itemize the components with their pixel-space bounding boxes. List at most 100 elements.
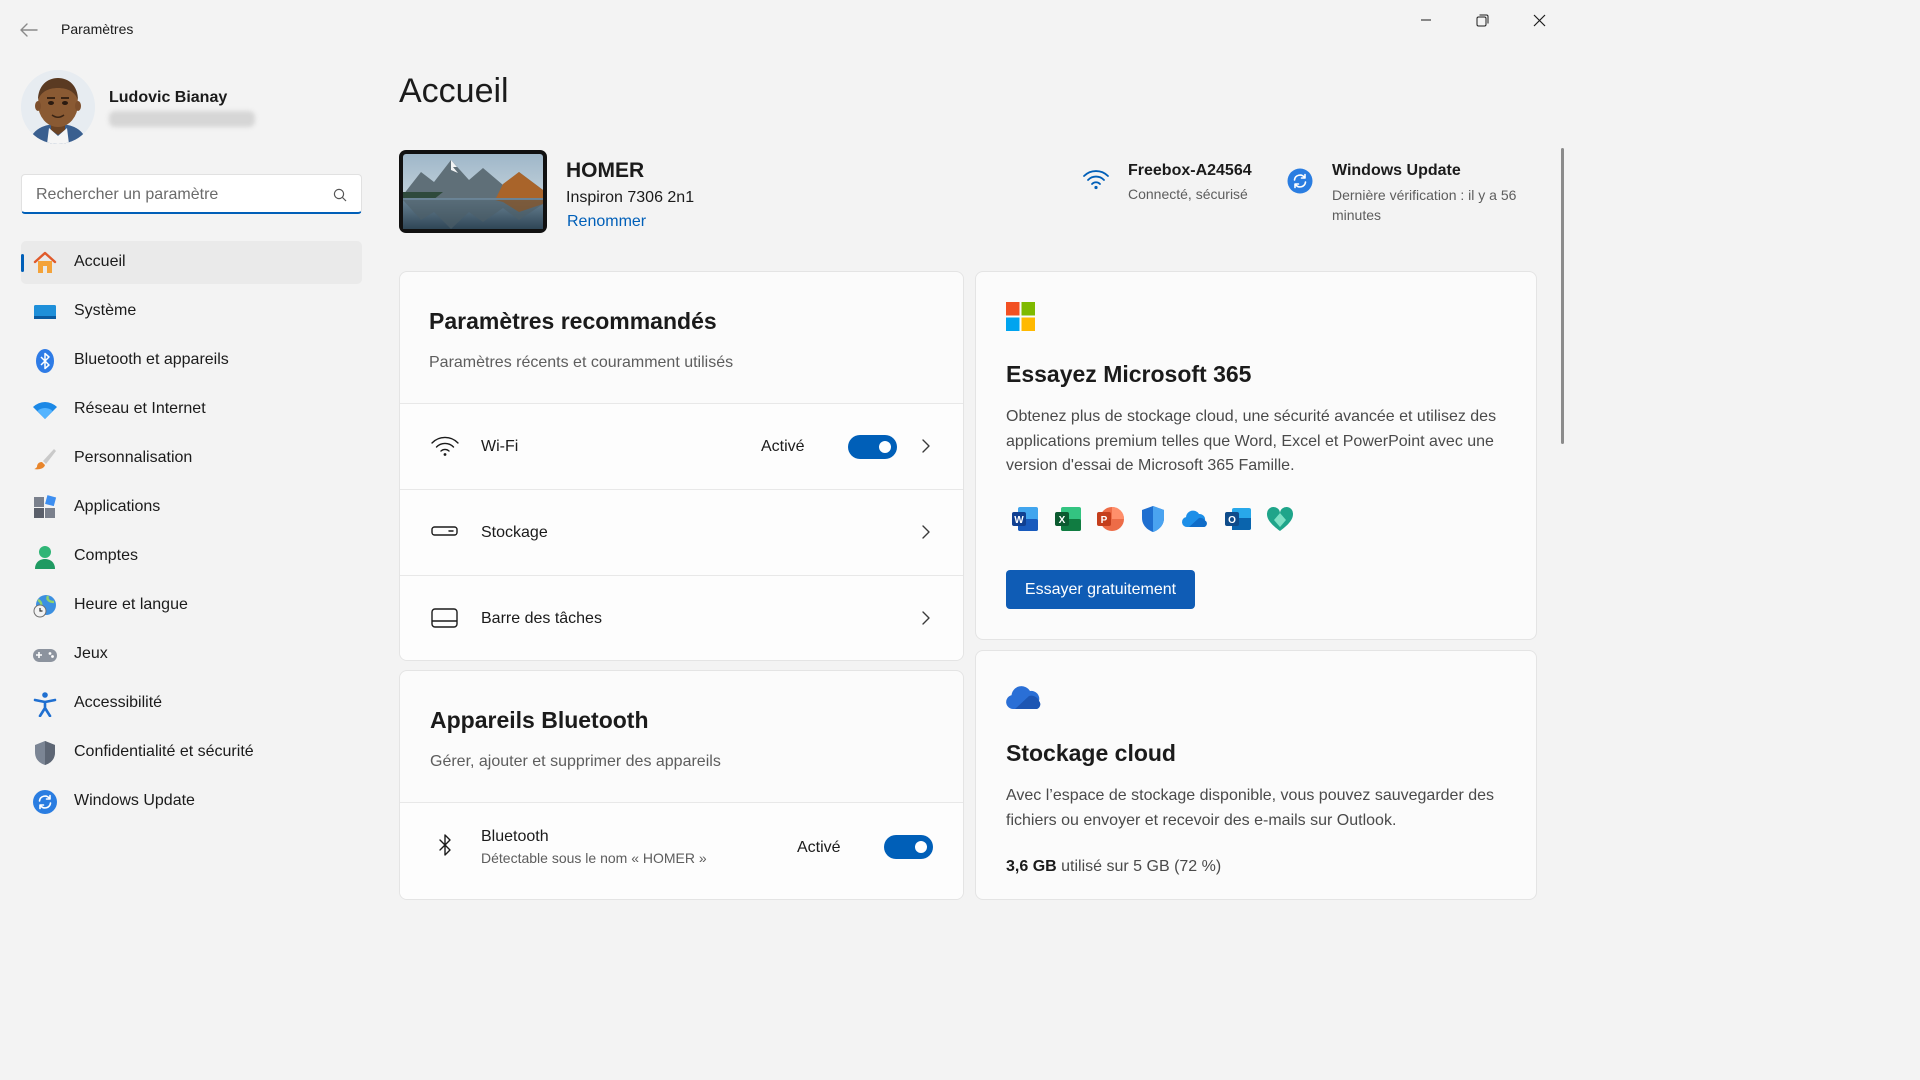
search-icon[interactable]	[333, 188, 347, 202]
windows-update-title[interactable]: Windows Update	[1332, 162, 1461, 180]
wifi-toggle[interactable]	[848, 435, 897, 459]
sidebar-item-windows-update[interactable]: Windows Update	[21, 780, 362, 823]
windows-update-icon[interactable]	[1287, 168, 1313, 194]
bluetooth-icon	[36, 349, 54, 373]
bluetooth-toggle[interactable]	[884, 835, 933, 859]
card-subtitle: Paramètres récents et couramment utilisé…	[429, 354, 734, 371]
setting-value: Activé	[797, 839, 841, 856]
svg-text:P: P	[1101, 515, 1108, 526]
search-box[interactable]	[21, 174, 362, 214]
svg-text:W: W	[1014, 515, 1024, 526]
sidebar-item-label: Confidentialité et sécurité	[74, 743, 254, 760]
card-description: Avec l’espace de stockage disponible, vo…	[1006, 787, 1495, 829]
sidebar-item-label: Accessibilité	[74, 694, 163, 711]
back-button[interactable]	[14, 18, 44, 42]
sidebar-item-reseau[interactable]: Réseau et Internet	[21, 388, 362, 431]
close-button[interactable]	[1511, 0, 1567, 40]
minimize-icon	[1421, 19, 1431, 21]
minimize-button[interactable]	[1398, 0, 1454, 40]
sidebar-item-accueil[interactable]: Accueil	[21, 241, 362, 284]
try-free-button[interactable]: Essayer gratuitement	[1006, 570, 1195, 609]
setting-row-barre-des-taches[interactable]: Barre des tâches	[400, 575, 963, 660]
setting-detail: Détectable sous le nom « HOMER »	[481, 850, 707, 866]
word-icon: W	[1012, 507, 1038, 531]
arrow-left-icon	[20, 23, 38, 37]
wallpaper-image	[403, 154, 543, 229]
sidebar-item-label: Windows Update	[74, 792, 195, 809]
device-name: HOMER	[566, 159, 645, 182]
wifi-icon	[431, 436, 459, 456]
family-safety-icon	[1266, 506, 1294, 531]
setting-row-bluetooth[interactable]: Bluetooth Détectable sous le nom « HOMER…	[400, 802, 963, 899]
sidebar-item-label: Réseau et Internet	[74, 400, 206, 417]
sidebar-item-label: Jeux	[74, 645, 108, 662]
sidebar-item-label: Comptes	[74, 547, 139, 564]
windows-update-status: Dernière vérification : il y a 56 minute…	[1332, 187, 1517, 223]
storage-icon	[431, 526, 458, 536]
chevron-right-icon	[922, 611, 930, 625]
sidebar-item-jeux[interactable]: Jeux	[21, 633, 362, 676]
sidebar-item-heure-langue[interactable]: Heure et langue	[21, 584, 362, 627]
home-icon	[33, 251, 57, 273]
sidebar-item-bluetooth[interactable]: Bluetooth et appareils	[21, 339, 362, 382]
chevron-right-icon	[922, 439, 930, 453]
user-email-redacted	[109, 111, 255, 127]
microsoft-logo	[1006, 302, 1035, 331]
sidebar-item-systeme[interactable]: Système	[21, 290, 362, 333]
accounts-icon	[35, 546, 55, 569]
wifi-network-name[interactable]: Freebox-A24564	[1128, 162, 1252, 180]
excel-icon: X	[1055, 507, 1081, 531]
bluetooth-devices-card: Appareils Bluetooth Gérer, ajouter et su…	[399, 670, 964, 900]
bluetooth-icon	[439, 834, 451, 856]
wifi-icon[interactable]	[1082, 168, 1110, 190]
search-input[interactable]	[34, 183, 328, 207]
setting-row-wifi[interactable]: Wi-Fi Activé	[400, 403, 963, 489]
page-title: Accueil	[399, 72, 509, 110]
accessibility-icon	[33, 692, 57, 717]
sidebar-item-applications[interactable]: Applications	[21, 486, 362, 529]
setting-label: Wi-Fi	[481, 438, 519, 455]
svg-text:X: X	[1059, 515, 1066, 526]
setting-label: Stockage	[481, 524, 548, 541]
sidebar-item-label: Applications	[74, 498, 161, 515]
restore-icon	[1476, 14, 1488, 26]
recommended-settings-card: Paramètres recommandés Paramètres récent…	[399, 271, 964, 661]
restore-button[interactable]	[1454, 0, 1510, 40]
update-icon	[33, 790, 57, 814]
card-title: Stockage cloud	[1006, 740, 1176, 766]
avatar-image	[21, 70, 95, 144]
setting-label: Bluetooth	[481, 828, 549, 845]
setting-value: Activé	[761, 438, 805, 455]
sidebar-item-confidentialite[interactable]: Confidentialité et sécurité	[21, 731, 362, 774]
wifi-connection-status: Connecté, sécurisé	[1128, 186, 1248, 202]
time-language-icon	[33, 595, 56, 618]
defender-icon	[1142, 506, 1164, 532]
rename-device-link[interactable]: Renommer	[567, 213, 646, 231]
cloud-icon	[1006, 686, 1041, 709]
microsoft-365-card: Essayez Microsoft 365 Obtenez plus de st…	[975, 271, 1537, 640]
sidebar-item-label: Accueil	[74, 253, 126, 270]
gamepad-icon	[33, 649, 57, 662]
outlook-icon: O	[1225, 508, 1251, 530]
sidebar-item-personnalisation[interactable]: Personnalisation	[21, 437, 362, 480]
setting-row-stockage[interactable]: Stockage	[400, 489, 963, 575]
onedrive-icon	[1181, 510, 1207, 527]
apps-icon	[34, 495, 57, 518]
card-description: Obtenez plus de stockage cloud, une sécu…	[1006, 408, 1497, 474]
cloud-usage-text: 3,6 GB utilisé sur 5 GB (72 %)	[1006, 858, 1221, 876]
scrollbar-thumb[interactable]	[1561, 148, 1564, 444]
setting-label: Barre des tâches	[481, 610, 602, 627]
sidebar-item-label: Heure et langue	[74, 596, 188, 613]
sidebar-item-accessibilite[interactable]: Accessibilité	[21, 682, 362, 725]
device-wallpaper-thumbnail	[399, 150, 547, 233]
avatar[interactable]	[21, 70, 95, 144]
cloud-usage-rest: utilisé sur 5 GB (72 %)	[1061, 858, 1222, 875]
chevron-right-icon	[922, 525, 930, 539]
system-icon	[34, 305, 56, 319]
shield-icon	[35, 741, 55, 765]
cloud-used-amount: 3,6 GB	[1006, 858, 1057, 875]
powerpoint-icon: P	[1097, 507, 1124, 531]
sidebar-item-comptes[interactable]: Comptes	[21, 535, 362, 578]
card-title: Essayez Microsoft 365	[1006, 361, 1252, 387]
app-title: Paramètres	[61, 21, 134, 37]
